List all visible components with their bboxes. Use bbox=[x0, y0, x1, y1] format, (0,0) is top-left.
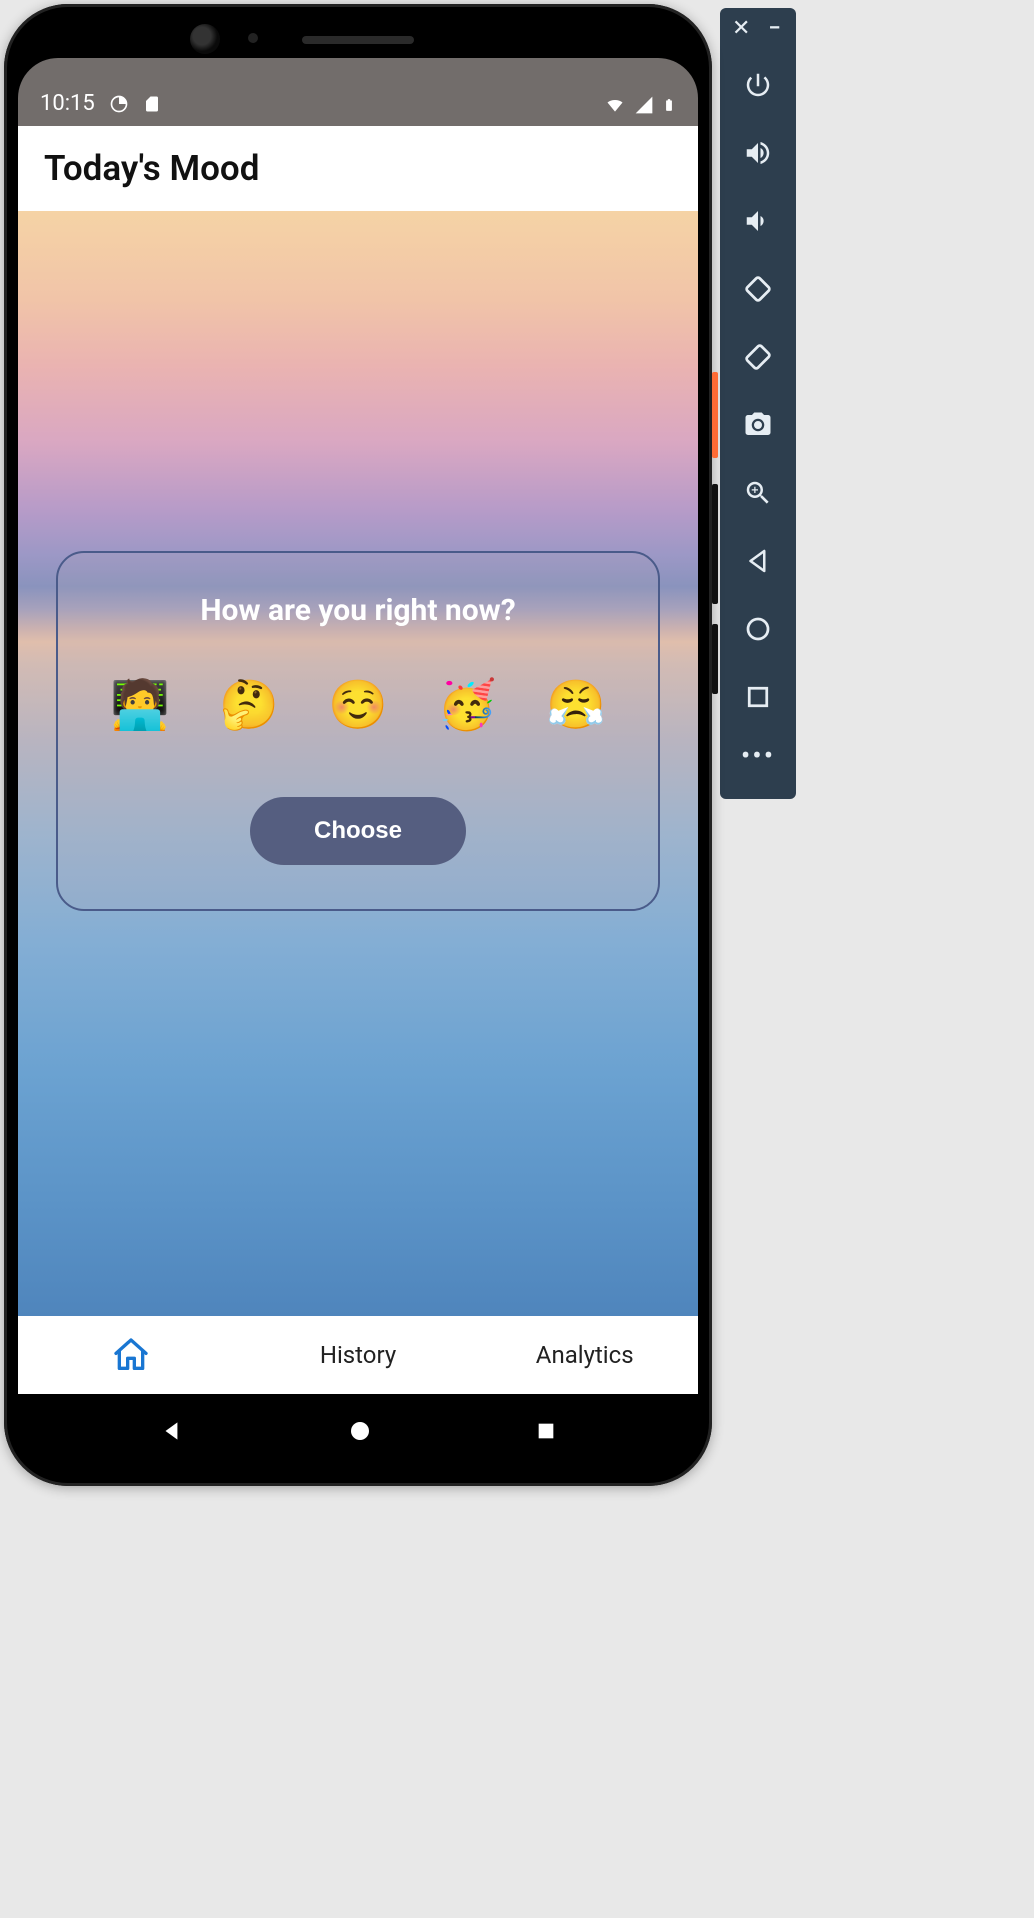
mood-prompt: How are you right now? bbox=[82, 593, 634, 628]
overview-button[interactable] bbox=[720, 663, 796, 731]
screenshot-button[interactable] bbox=[720, 391, 796, 459]
content-area: How are you right now? 🧑‍💻 🤔 ☺️ 🥳 😤 Choo… bbox=[18, 211, 698, 1316]
mood-option-smiling[interactable]: ☺️ bbox=[328, 676, 388, 733]
mood-options-row: 🧑‍💻 🤔 ☺️ 🥳 😤 bbox=[82, 628, 634, 733]
status-time: 10:15 bbox=[40, 91, 95, 116]
android-nav-bar bbox=[18, 1394, 698, 1472]
phone-screen: 10:15 Today's Mood How are you right now… bbox=[18, 18, 698, 1472]
phone-speaker bbox=[302, 36, 414, 44]
choose-button[interactable]: Choose bbox=[250, 797, 466, 865]
mood-option-party[interactable]: 🥳 bbox=[437, 676, 497, 733]
sd-card-icon bbox=[143, 94, 161, 114]
zoom-button[interactable] bbox=[720, 459, 796, 527]
volume-side-rocker bbox=[712, 484, 718, 604]
mood-card: How are you right now? 🧑‍💻 🤔 ☺️ 🥳 😤 Choo… bbox=[56, 551, 660, 911]
nav-analytics[interactable]: Analytics bbox=[471, 1341, 698, 1369]
cellular-icon bbox=[634, 95, 654, 115]
close-icon[interactable]: ✕ bbox=[732, 16, 750, 41]
battery-icon bbox=[662, 94, 676, 116]
mood-option-thinking[interactable]: 🤔 bbox=[219, 676, 279, 733]
more-button[interactable]: ••• bbox=[720, 731, 796, 781]
mood-option-technologist[interactable]: 🧑‍💻 bbox=[110, 676, 170, 733]
data-saver-icon bbox=[109, 94, 129, 114]
status-bar: 10:15 bbox=[18, 58, 698, 126]
volume-down-button[interactable] bbox=[720, 187, 796, 255]
emulator-toolbar: ✕ − ••• bbox=[720, 8, 796, 799]
mood-option-triumph[interactable]: 😤 bbox=[546, 676, 606, 733]
rotate-left-button[interactable] bbox=[720, 255, 796, 323]
power-button[interactable] bbox=[720, 51, 796, 119]
power-side-button bbox=[712, 372, 718, 458]
wifi-icon bbox=[604, 95, 626, 115]
android-overview-button[interactable] bbox=[535, 1420, 557, 1446]
front-camera bbox=[190, 24, 220, 54]
android-back-button[interactable] bbox=[159, 1418, 185, 1448]
side-button bbox=[712, 624, 718, 694]
rotate-right-button[interactable] bbox=[720, 323, 796, 391]
proximity-sensor bbox=[248, 33, 258, 43]
volume-up-button[interactable] bbox=[720, 119, 796, 187]
nav-history[interactable]: History bbox=[245, 1341, 472, 1369]
home-icon bbox=[111, 1335, 151, 1375]
home-button[interactable] bbox=[720, 595, 796, 663]
nav-home[interactable] bbox=[18, 1335, 245, 1375]
page-title: Today's Mood bbox=[44, 148, 672, 189]
app-bar: Today's Mood bbox=[18, 126, 698, 211]
back-button[interactable] bbox=[720, 527, 796, 595]
phone-frame: 10:15 Today's Mood How are you right now… bbox=[4, 4, 712, 1486]
bottom-nav: History Analytics bbox=[18, 1316, 698, 1394]
android-home-button[interactable] bbox=[348, 1419, 372, 1447]
minimize-icon[interactable]: − bbox=[768, 16, 780, 41]
